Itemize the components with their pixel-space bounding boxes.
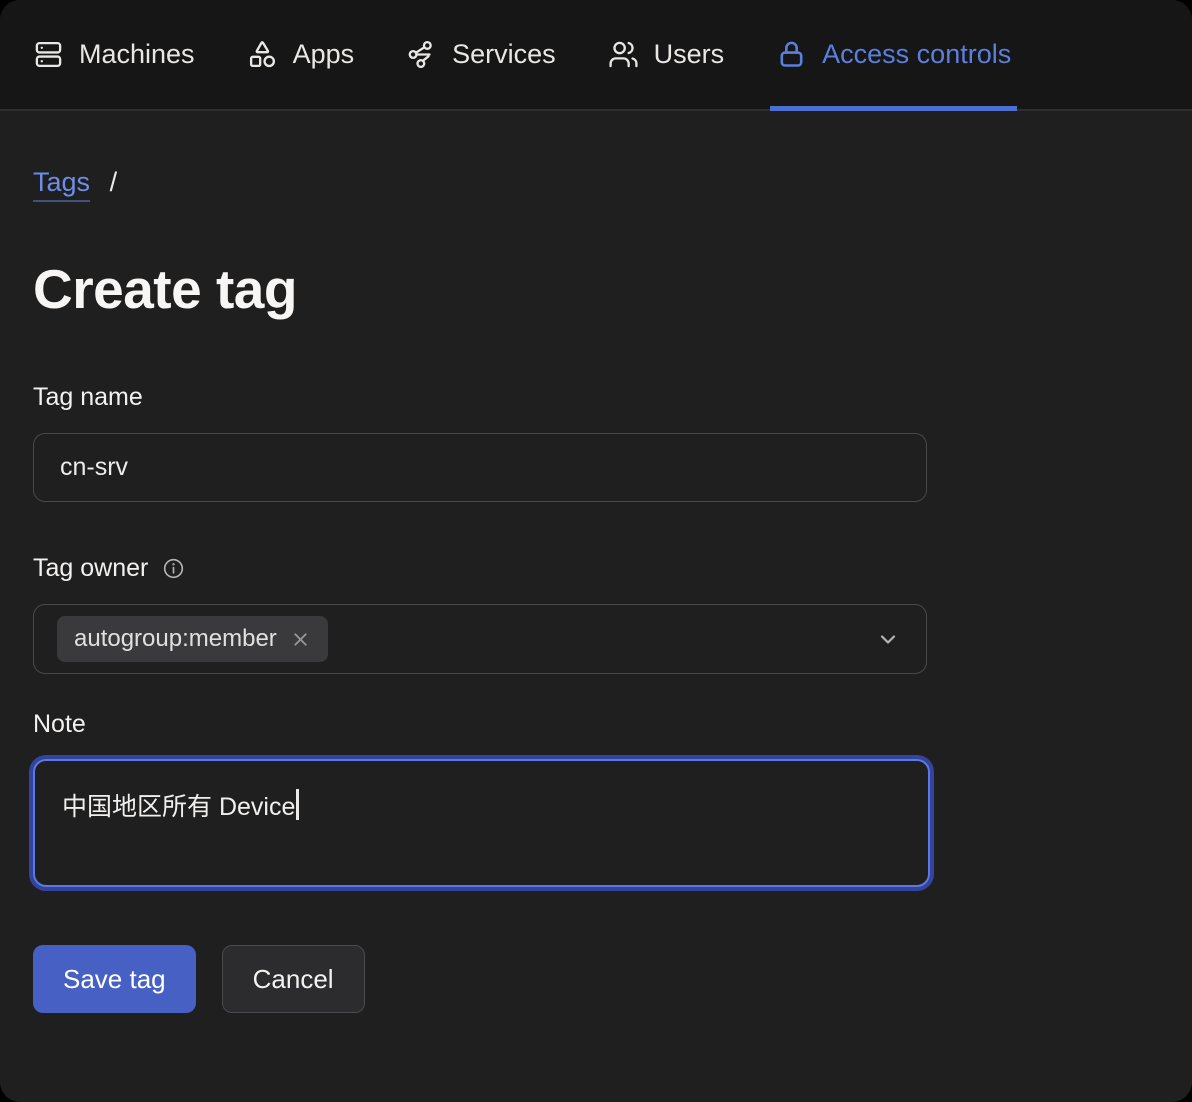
top-navigation: Machines Apps Services Users Access cont…	[0, 0, 1192, 111]
nav-tab-apps[interactable]: Apps	[247, 0, 355, 109]
note-text: 中国地区所有 Device	[62, 793, 296, 821]
chevron-down-icon	[876, 627, 900, 651]
nodes-icon	[408, 40, 432, 69]
info-icon[interactable]	[162, 557, 185, 580]
nav-tab-access-controls[interactable]: Access controls	[770, 0, 1018, 111]
nav-tab-users[interactable]: Users	[608, 0, 725, 109]
nav-tab-machines[interactable]: Machines	[33, 0, 195, 109]
action-buttons: Save tag Cancel	[33, 945, 1159, 1013]
note-label: Note	[33, 710, 86, 738]
main-content: Tags / Create tag Tag name Tag owner aut…	[0, 111, 1192, 1102]
page-title: Create tag	[33, 258, 297, 320]
lock-icon	[780, 41, 803, 67]
nav-tab-label: Users	[653, 39, 725, 69]
active-tab-underline	[770, 106, 1018, 111]
nav-tab-label: Access controls	[822, 39, 1012, 69]
nav-tab-label: Apps	[292, 39, 355, 69]
text-cursor	[296, 789, 300, 820]
nav-tab-services[interactable]: Services	[406, 0, 556, 109]
tag-owner-label: Tag owner	[33, 554, 1159, 583]
server-icon	[35, 41, 62, 68]
nav-tab-label: Services	[452, 39, 556, 69]
users-icon	[609, 41, 638, 68]
cancel-button[interactable]: Cancel	[221, 945, 365, 1013]
nav-tab-label: Machines	[79, 39, 195, 69]
shapes-icon	[249, 41, 275, 68]
app-window: Machines Apps Services Users Access cont…	[0, 0, 1192, 1102]
tag-name-label: Tag name	[33, 383, 143, 411]
tag-name-input[interactable]	[33, 433, 927, 502]
tag-owner-select[interactable]: autogroup:member	[33, 604, 927, 674]
breadcrumb-separator: /	[109, 167, 118, 197]
save-tag-button[interactable]: Save tag	[33, 945, 196, 1013]
breadcrumb-tags-link[interactable]: Tags	[33, 167, 90, 197]
breadcrumb: Tags /	[33, 167, 1159, 198]
note-textarea[interactable]: 中国地区所有 Device	[33, 759, 930, 887]
tag-owner-pill-label: autogroup:member	[74, 625, 277, 652]
tag-owner-pill: autogroup:member	[57, 616, 328, 662]
close-icon[interactable]	[290, 629, 311, 650]
